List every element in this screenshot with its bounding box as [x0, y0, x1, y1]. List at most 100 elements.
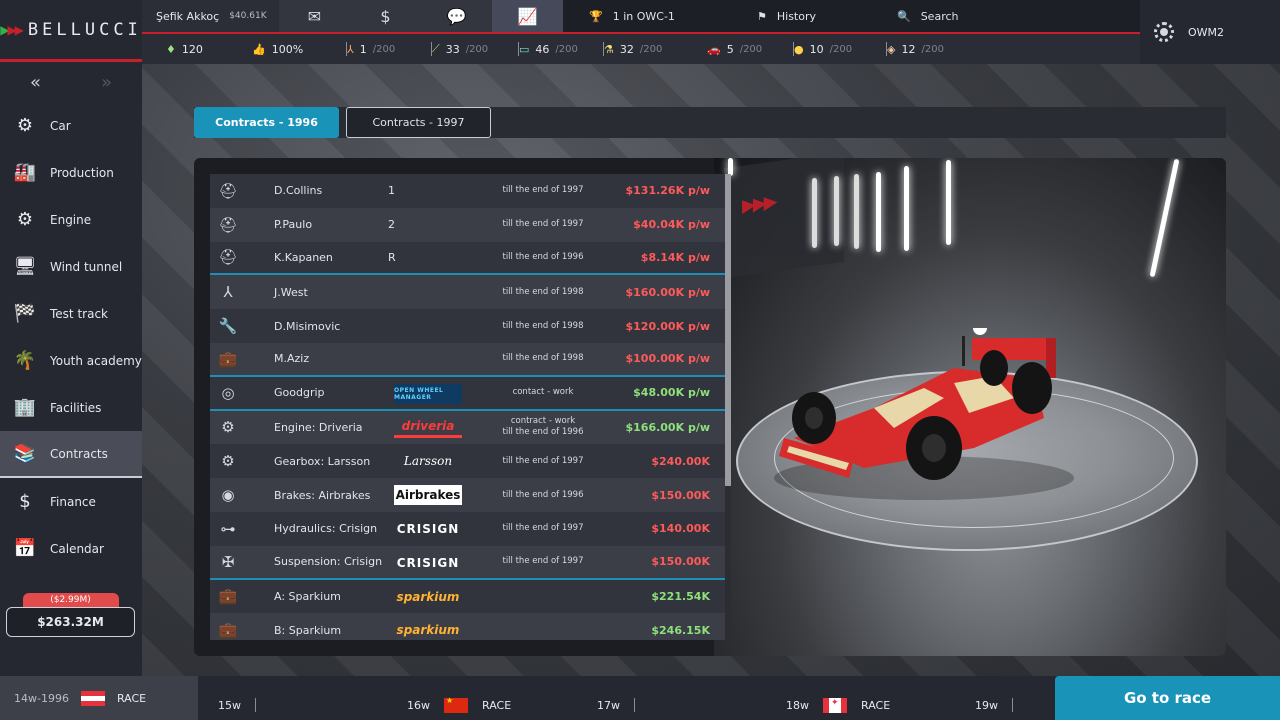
history-link[interactable]: ⚑ History: [733, 10, 873, 23]
table-row[interactable]: ⊶ Hydraulics: Crisign CRISIGN till the end …: [210, 511, 726, 546]
table-row[interactable]: ✠ Suspension: Crisign CRISIGN till the end …: [210, 545, 726, 580]
history-label: History: [776, 9, 817, 23]
sidebar-collapse: « »: [0, 62, 142, 102]
timeline-week[interactable]: 17w: [597, 690, 635, 720]
search-label: Search: [920, 9, 959, 23]
money-icon[interactable]: $: [350, 0, 421, 32]
sidebar-item-youth-academy[interactable]: 🌴 Youth academy: [0, 337, 142, 384]
sidebar-item-car[interactable]: ⚙ Car: [0, 102, 142, 149]
settings-gear-icon[interactable]: [1154, 22, 1174, 42]
stat-diamond: ♦ 120: [166, 41, 209, 57]
scrollbar-thumb[interactable]: [725, 174, 731, 486]
hydraulics-icon: ⊶: [220, 519, 236, 538]
table-row[interactable]: ⚙ Gearbox: Larsson Larsson till the end of …: [210, 444, 726, 479]
sidebar-item-test-track[interactable]: 🏁 Test track: [0, 290, 142, 337]
diamond-icon: ♦: [166, 42, 176, 56]
stat-value: 1: [359, 42, 367, 56]
sidebar-item-production[interactable]: 🏭 Production: [0, 149, 142, 196]
helmet-icon: ⛑: [218, 215, 238, 234]
list-scrollbar[interactable]: [725, 174, 731, 640]
server-info[interactable]: OWM2: [1140, 0, 1280, 64]
week-label: 18w: [786, 698, 809, 712]
week-label: 16w: [407, 698, 430, 712]
user-info[interactable]: Şefik Akkoç $40.61K: [142, 0, 279, 32]
contract-term: till the end of 1998: [502, 286, 584, 297]
sponsor-logo: Airbrakes: [394, 485, 462, 506]
dollar-coin-icon: $: [19, 491, 31, 512]
sidebar-item-label: Engine: [50, 212, 92, 227]
table-row[interactable]: ⛑ P.Paulo 2 till the end of 1997 $40.04K p/w: [210, 207, 726, 242]
contract-term: till the end of 1997: [502, 185, 584, 196]
stat-separator: [793, 42, 794, 56]
table-row[interactable]: ⛑ K.Kapanen Rtill the end of 1996 $8.14K p/…: [210, 241, 726, 276]
sidebar-item-label: Facilities: [50, 400, 102, 415]
table-row[interactable]: 🔧 D.Misimovic till the end of 1998 $120.00K…: [210, 309, 726, 343]
sponsor-logo: CRISIGN: [396, 521, 460, 536]
sidebar-item-calendar[interactable]: 📅 Calendar: [0, 525, 142, 572]
stat-max: /200: [921, 43, 944, 55]
tab-contracts-1996[interactable]: Contracts - 1996: [194, 107, 339, 138]
timeline-week[interactable]: 19w: [975, 690, 1013, 720]
current-week-label: 14w-1996: [14, 691, 69, 705]
stat-thumbs-up: 👍 100%: [252, 41, 309, 57]
table-row[interactable]: ⅄ J.West till the end of 1998 $160.00K p/w: [210, 275, 726, 310]
contract-term: till the end of 1998: [502, 320, 584, 331]
brake-icon: ◉: [221, 486, 235, 505]
contract-term: till the end of 1997: [502, 455, 584, 466]
driver-slot: 2: [388, 218, 395, 232]
contract-cost: $150.00K: [651, 555, 710, 569]
timeline-week[interactable]: 18w RACE: [786, 690, 890, 720]
helmet-icon: ⛑: [218, 248, 238, 267]
table-row[interactable]: ⚙ Engine: Driveria driveria contract - work…: [210, 410, 726, 445]
user-name: Şefik Akkoç: [156, 9, 220, 23]
table-row[interactable]: ◎ Goodgrip OPEN WHEEL MANAGER contact - wor…: [210, 376, 726, 411]
sidebar-item-engine[interactable]: ⚙ Engine: [0, 196, 142, 243]
contract-cost: $240.00K: [651, 454, 710, 468]
timeline-week[interactable]: 15w: [218, 690, 256, 720]
gearbox-icon: ⚙: [221, 452, 235, 471]
table-row[interactable]: 💼 B: Sparkium sparkium $246.15K: [210, 613, 726, 640]
contract-name: D.Collins: [274, 184, 323, 198]
balance-box: ($2.99M) $263.32M: [6, 593, 135, 637]
contract-name: D.Misimovic: [274, 319, 341, 333]
top-bar: Şefik Akkoç $40.61K ✉ $ 💬 📈 🏆 1 in OWC-1…: [142, 0, 1140, 34]
stat-max: /200: [829, 43, 853, 55]
collapse-right-icon[interactable]: »: [101, 72, 112, 93]
contracts-panel: ▶▶▶ ⛑ D.Collins 1 till the end of 1997 $…: [194, 158, 1226, 656]
top-icon-group: ✉ $ 💬 📈: [279, 0, 563, 32]
timeline-week[interactable]: 16w RACE: [407, 690, 511, 720]
table-row[interactable]: 💼 M.Aziz till the end of 1998 $100.00K p/w: [210, 342, 726, 377]
sidebar-item-contracts[interactable]: 📚 Contracts: [0, 431, 142, 478]
stat-max: /200: [639, 43, 663, 55]
sidebar-item-label: Youth academy: [50, 353, 142, 368]
contract-name: Hydraulics: Crisign: [274, 522, 378, 536]
contract-name: Goodgrip: [274, 386, 325, 400]
palm-icon: 🌴: [13, 350, 37, 371]
sidebar-item-wind-tunnel[interactable]: 🖥 Wind tunnel: [0, 243, 142, 290]
stat-value: 46: [535, 42, 550, 56]
timeline-current-week[interactable]: 14w-1996 RACE: [0, 676, 198, 720]
search-link[interactable]: 🔍 Search: [873, 10, 1013, 23]
history-icon: ⚑: [757, 9, 767, 23]
flask-icon: ⚗: [604, 42, 614, 56]
contract-cost: $40.04K p/w: [633, 218, 710, 232]
tab-contracts-1997[interactable]: Contracts - 1997: [346, 107, 491, 138]
chat-icon[interactable]: 💬: [421, 0, 492, 32]
sidebar-item-finance[interactable]: $ Finance: [0, 478, 142, 525]
sponsor-logo: CRISIGN: [396, 555, 460, 570]
table-row[interactable]: ⛑ D.Collins 1 till the end of 1997 $131.26K …: [210, 174, 726, 208]
go-to-race-button[interactable]: Go to race: [1055, 676, 1280, 720]
contract-cost: $221.54K: [651, 589, 710, 603]
stat-wrench: ⟋ 33/200: [432, 41, 488, 57]
table-row[interactable]: 💼 A: Sparkium sparkium $221.54K: [210, 579, 726, 614]
sidebar-item-facilities[interactable]: 🏢 Facilities: [0, 384, 142, 431]
stat-car: 🚗 5/200: [707, 41, 762, 57]
contract-cost: $166.00K p/w: [625, 420, 710, 434]
mail-icon[interactable]: ✉: [279, 0, 350, 32]
contract-name: P.Paulo: [274, 218, 313, 232]
contract-term: till the end of 1997: [502, 219, 584, 230]
collapse-left-icon[interactable]: «: [30, 72, 41, 93]
table-row[interactable]: ◉ Brakes: Airbrakes Airbrakes till the end …: [210, 478, 726, 512]
standing-link[interactable]: 🏆 1 in OWC-1: [563, 10, 733, 23]
chart-icon[interactable]: 📈: [492, 0, 563, 32]
